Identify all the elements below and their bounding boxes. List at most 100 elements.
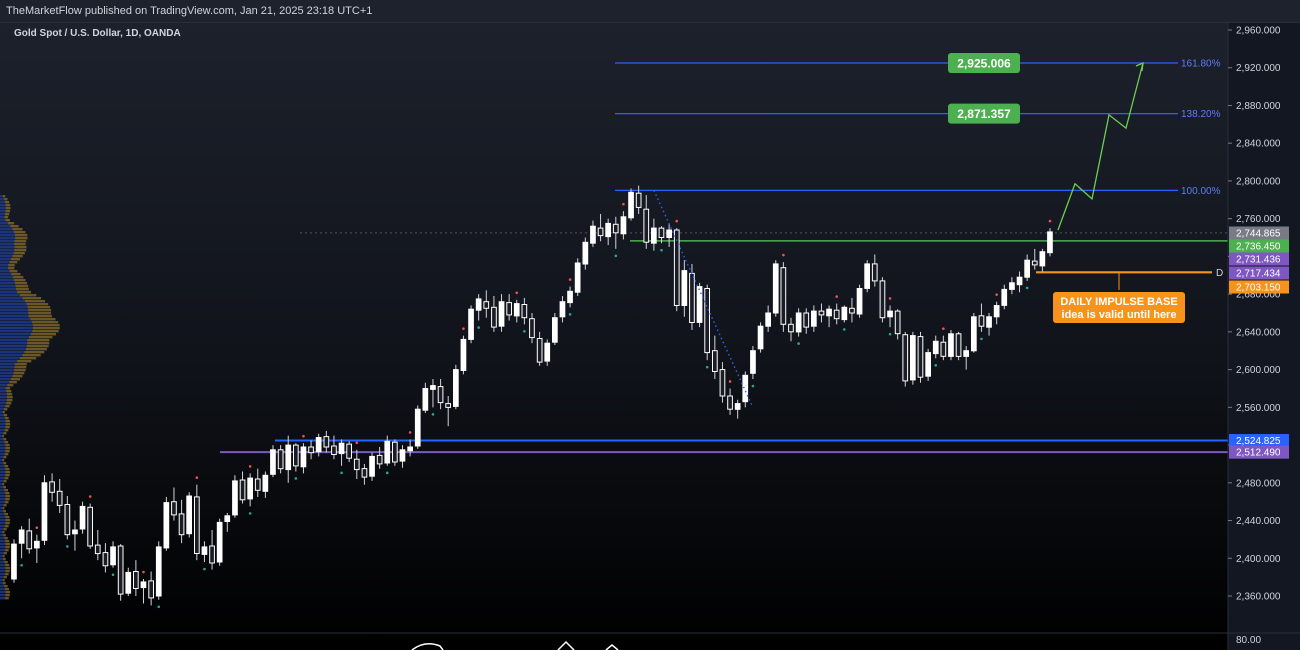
profile-bar bbox=[32, 330, 59, 333]
profile-bar bbox=[26, 303, 49, 306]
profile-bar bbox=[5, 519, 10, 522]
symbol-title[interactable]: Gold Spot / U.S. Dollar, 1D, OANDA bbox=[14, 28, 181, 39]
price-tag-label: 2,524.825 bbox=[1236, 436, 1281, 447]
profile-bar bbox=[5, 498, 10, 501]
profile-bar bbox=[3, 510, 6, 513]
profile-bar bbox=[0, 360, 18, 363]
profile-bar bbox=[24, 351, 45, 354]
trend-dotted-line bbox=[653, 190, 754, 408]
profile-bar bbox=[0, 507, 3, 510]
candle-body bbox=[300, 446, 307, 468]
profile-bar bbox=[11, 378, 20, 381]
profile-bar bbox=[0, 513, 5, 516]
candle-body bbox=[811, 310, 817, 327]
profile-bar bbox=[5, 567, 10, 570]
signal-dot-green bbox=[843, 328, 846, 331]
profile-bar bbox=[0, 429, 5, 432]
candle-body bbox=[620, 216, 627, 235]
candle-body bbox=[369, 455, 375, 477]
signal-dot-red bbox=[248, 465, 252, 468]
candle-body bbox=[887, 310, 893, 318]
signal-dot-red bbox=[142, 570, 145, 574]
profile-bar bbox=[4, 501, 9, 504]
profile-bar bbox=[0, 561, 5, 564]
profile-bar bbox=[17, 291, 32, 294]
candle-body bbox=[430, 385, 436, 390]
candle-body bbox=[414, 408, 421, 447]
profile-bar bbox=[6, 393, 13, 396]
profile-bar bbox=[0, 390, 7, 393]
profile-bar bbox=[12, 255, 23, 258]
candle-body bbox=[971, 316, 977, 352]
candle-body bbox=[1024, 259, 1031, 278]
profile-bar bbox=[4, 408, 8, 411]
candle-body bbox=[453, 369, 459, 407]
profile-bar bbox=[0, 267, 8, 270]
profile-bar bbox=[10, 225, 19, 228]
profile-bar bbox=[0, 243, 15, 246]
profile-bar bbox=[0, 468, 6, 471]
candle-body bbox=[26, 530, 33, 550]
signal-dot-red bbox=[568, 278, 572, 281]
profile-bar bbox=[5, 474, 10, 477]
candle-body bbox=[331, 445, 337, 455]
profile-bar bbox=[2, 411, 5, 414]
profile-bar bbox=[0, 510, 4, 513]
price-chart[interactable]: 161.80% 138.20% 100.00% 2,925.006 2,871.357… bbox=[0, 0, 1300, 650]
signal-dot-red bbox=[675, 219, 679, 223]
candle-body bbox=[163, 502, 170, 549]
publish-bar: TheMarketFlow published on TradingView.c… bbox=[0, 0, 1300, 23]
signal-dot-red bbox=[195, 476, 199, 479]
profile-bar bbox=[0, 504, 4, 507]
candle-body bbox=[788, 323, 794, 333]
candle-body bbox=[902, 334, 909, 382]
profile-bar bbox=[0, 306, 28, 309]
signal-dot-green bbox=[888, 332, 892, 336]
candle-body bbox=[780, 267, 787, 325]
price-axis[interactable]: 2,960.000 2,920.000 2,880.000 2,840.000 2,80… bbox=[0, 22, 1300, 650]
target-label: 2,925.006 bbox=[957, 57, 1011, 71]
profile-bar bbox=[28, 309, 52, 312]
candle-body bbox=[719, 369, 726, 397]
candle-body bbox=[856, 288, 863, 315]
candle-body bbox=[468, 308, 474, 340]
candle-body bbox=[209, 545, 215, 564]
profile-bar bbox=[0, 408, 4, 411]
bottom-watermark bbox=[411, 640, 619, 650]
profile-bar bbox=[0, 342, 28, 345]
signal-dot-green bbox=[614, 254, 618, 258]
candle-body bbox=[765, 312, 771, 327]
candle-body bbox=[574, 262, 581, 293]
candle-body bbox=[734, 403, 741, 410]
profile-bar bbox=[0, 474, 6, 477]
profile-bar bbox=[3, 432, 7, 435]
profile-bar bbox=[0, 438, 4, 441]
price-tag-label: 2,731.436 bbox=[1236, 255, 1281, 266]
candle-body bbox=[201, 546, 208, 555]
y-tick-label: 2,480.000 bbox=[1236, 478, 1281, 489]
candle-body bbox=[689, 272, 695, 323]
profile-bar bbox=[0, 258, 11, 261]
candle-body bbox=[247, 477, 254, 500]
candle-body bbox=[407, 446, 413, 452]
profile-bar bbox=[3, 558, 6, 561]
signal-dot-green bbox=[568, 313, 572, 316]
candle-body bbox=[727, 395, 733, 410]
candle-body bbox=[879, 280, 886, 319]
profile-bar bbox=[5, 471, 10, 474]
profile-bar bbox=[28, 336, 53, 339]
candle-body bbox=[1031, 260, 1038, 266]
signal-dot-green bbox=[660, 248, 663, 252]
candle-body bbox=[483, 301, 490, 309]
profile-bar bbox=[5, 213, 10, 216]
candle-body bbox=[826, 308, 832, 317]
candle-body bbox=[948, 333, 954, 357]
profile-bar bbox=[0, 486, 4, 489]
profile-bar bbox=[4, 198, 8, 201]
profile-bar bbox=[30, 333, 56, 336]
candle-body bbox=[49, 481, 55, 493]
profile-bar bbox=[3, 438, 7, 441]
profile-bar bbox=[30, 318, 56, 321]
profile-bar bbox=[13, 252, 25, 255]
profile-bar bbox=[0, 333, 31, 336]
